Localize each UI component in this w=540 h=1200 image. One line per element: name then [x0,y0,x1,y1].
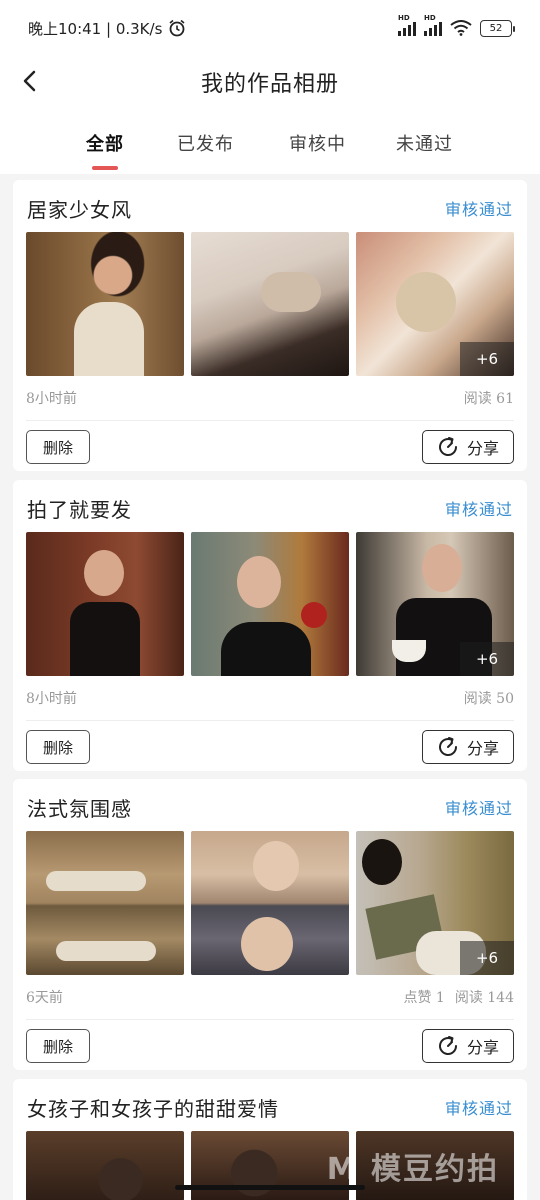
page-title: 我的作品相册 [200,72,339,97]
status-right: HD HD 52 [398,14,515,37]
album-reads: 阅读 50 [463,691,514,707]
delete-button[interactable]: 删除 [26,730,90,764]
album-title: 女孩子和女孩子的甜甜爱情 [27,1097,279,1121]
delete-button[interactable]: 删除 [26,430,90,464]
album-card[interactable]: 法式氛围感 审核通过 +6 6天前 点赞 1 阅读 144 删除 分享 [13,779,527,1070]
watermark-logo: M 模豆约拍 [326,1152,499,1187]
tab-all[interactable]: 全部 [86,130,124,156]
album-title: 拍了就要发 [27,498,132,522]
status-left: 晚上10:41 | 0.3K/s [28,18,186,39]
album-status: 审核通过 [444,200,513,219]
album-photo[interactable] [26,1131,184,1200]
album-reads: 阅读 61 [463,391,514,407]
album-status: 审核通过 [444,500,513,519]
album-card[interactable]: 拍了就要发 审核通过 +6 8小时前 阅读 50 删除 分享 [13,480,527,771]
album-photo[interactable]: +6 [356,831,514,975]
wifi-icon [450,20,472,36]
album-time: 6天前 [26,990,63,1006]
album-photo[interactable]: +6 [356,232,514,376]
album-likes: 点赞 1 [403,990,445,1006]
divider [26,1019,514,1020]
album-title: 法式氛围感 [27,797,132,821]
more-photos-count: +6 [460,941,514,975]
share-icon [438,1036,457,1055]
more-photos-count: +6 [460,342,514,376]
share-button[interactable]: 分享 [422,430,514,464]
album-status: 审核通过 [444,799,513,818]
filter-tabs: 全部 已发布 审核中 未通过 [0,108,540,174]
album-card[interactable]: 女孩子和女孩子的甜甜爱情 审核通过 M 模豆约拍 [13,1079,527,1200]
album-photo[interactable] [26,232,184,376]
hd-label-2: HD [424,14,436,22]
album-meta: 8小时前 阅读 61 [26,388,514,408]
tab-reviewing[interactable]: 审核中 [289,130,346,156]
signal-icon: HD [398,14,416,36]
status-bar: 晚上10:41 | 0.3K/s HD HD 52 [0,0,540,56]
share-button[interactable]: 分享 [422,730,514,764]
hd-label: HD [398,14,410,22]
delete-button[interactable]: 删除 [26,1029,90,1063]
album-photo[interactable] [191,232,349,376]
tab-rejected[interactable]: 未通过 [396,130,453,156]
signal-icon-2: HD [424,14,442,36]
album-meta: 8小时前 阅读 50 [26,688,514,708]
album-photo[interactable] [26,532,184,676]
album-meta: 6天前 点赞 1 阅读 144 [26,987,514,1007]
share-label: 分享 [466,439,499,458]
album-thumbnails: +6 [26,532,514,676]
tab-published[interactable]: 已发布 [177,130,234,156]
share-label: 分享 [466,739,499,758]
album-photo[interactable]: +6 [356,532,514,676]
album-card[interactable]: 居家少女风 审核通过 +6 8小时前 阅读 61 删除 分享 [13,180,527,471]
alarm-icon [169,19,185,37]
album-time: 8小时前 [26,391,77,407]
status-time-speed: 晚上10:41 | 0.3K/s [28,19,163,38]
battery-icon: 52 [480,19,515,37]
more-photos-count: +6 [460,642,514,676]
home-indicator[interactable] [175,1185,365,1190]
album-title: 居家少女风 [27,198,132,222]
album-status: 审核通过 [444,1099,513,1118]
share-icon [438,737,457,756]
album-reads: 阅读 144 [454,990,514,1006]
divider [26,720,514,721]
app-header: 我的作品相册 [0,56,540,108]
active-tab-indicator [92,166,118,170]
album-photo[interactable] [26,831,184,975]
share-label: 分享 [466,1038,499,1057]
share-icon [438,437,457,456]
album-thumbnails: +6 [26,232,514,376]
album-photo[interactable] [191,532,349,676]
album-photo[interactable] [191,831,349,975]
share-button[interactable]: 分享 [422,1029,514,1063]
album-time: 8小时前 [26,691,77,707]
divider [26,420,514,421]
album-thumbnails: +6 [26,831,514,975]
